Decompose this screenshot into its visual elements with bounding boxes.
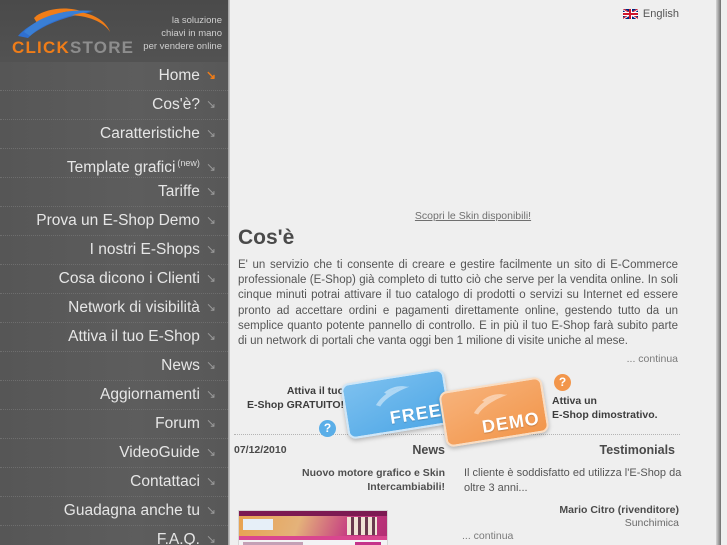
- free-card-button[interactable]: FREE: [340, 368, 452, 440]
- arrow-down-right-icon: ↘: [205, 184, 216, 198]
- arrow-down-right-icon: ↘: [205, 416, 216, 430]
- page-right-edge: [716, 0, 721, 545]
- page-title: Cos'è: [238, 226, 295, 249]
- sidebar-item-aggiornamenti[interactable]: Aggiornamenti ↘: [0, 381, 228, 410]
- sidebar-item-label: Attiva il tuo E-Shop: [68, 328, 200, 345]
- arrow-down-right-icon: ↘: [205, 213, 216, 227]
- tagline-line-2: chiavi in mano: [161, 28, 222, 39]
- sidebar-item-videoguide[interactable]: VideoGuide ↘: [0, 439, 228, 468]
- sidebar-item-label: VideoGuide: [119, 444, 200, 461]
- sidebar-item-label: Cosa dicono i Clienti: [58, 270, 200, 287]
- main-content: English Scopri le Skin disponibili! Cos'…: [230, 0, 721, 545]
- sidebar-item-label: Aggiornamenti: [99, 386, 200, 403]
- sidebar-item-label: News: [161, 357, 200, 374]
- language-switcher[interactable]: English: [622, 8, 679, 20]
- testimonial-company: Sunchimica: [624, 517, 679, 529]
- intro-paragraph: E' un servizio che ti consente di creare…: [238, 259, 678, 348]
- banner-slideshow-area[interactable]: [230, 0, 716, 205]
- sidebar-item-news[interactable]: News ↘: [0, 352, 228, 381]
- tagline-line-3: per vendere online: [143, 41, 222, 52]
- tagline-line-1: la soluzione: [171, 15, 222, 26]
- sidebar-item-label: Cos'è?: [152, 96, 200, 113]
- sidebar-item-label: F.A.Q.: [156, 531, 200, 545]
- sidebar-item-label: Template grafici: [66, 159, 176, 177]
- sidebar-item-forum[interactable]: Forum ↘: [0, 410, 228, 439]
- arrow-down-right-icon: ↘: [205, 271, 216, 285]
- sidebar-item-tariffe[interactable]: Tariffe ↘: [0, 178, 228, 207]
- sidebar-item-f-a-q[interactable]: F.A.Q. ↘: [0, 526, 228, 545]
- sidebar-item-badge: (new): [177, 158, 200, 168]
- news-column: 07/12/2010 News Nuovo motore grafico e S…: [230, 440, 455, 545]
- testimonial-continua-link[interactable]: ... continua: [462, 530, 513, 542]
- skin-link-container: Scopri le Skin disponibili!: [230, 206, 716, 224]
- arrow-down-right-icon: ↘: [205, 503, 216, 517]
- arrow-down-right-icon: ↘: [205, 68, 216, 82]
- sidebar-item-contattaci[interactable]: Contattaci ↘: [0, 468, 228, 497]
- page-root: CLICKSTORE la soluzione chiavi in mano p…: [0, 0, 727, 545]
- sidebar-item-label: Home: [158, 67, 200, 84]
- arrow-down-right-icon: ↘: [205, 387, 216, 401]
- logo-header[interactable]: CLICKSTORE la soluzione chiavi in mano p…: [0, 0, 228, 62]
- arrow-down-right-icon: ↘: [205, 474, 216, 488]
- logo-word-click: CLICK: [12, 38, 70, 57]
- sidebar-item-template-grafici[interactable]: Template grafici (new) ↘: [0, 149, 228, 178]
- promo-free-line-1: Attiva il tuo: [286, 385, 344, 397]
- brand-tagline: la soluzione chiavi in mano per vendere …: [102, 14, 222, 53]
- question-mark-icon-free[interactable]: ?: [319, 420, 336, 437]
- sidebar-item-label: Guadagna anche tu: [63, 502, 200, 519]
- sidebar-item-label: Network di visibilità: [68, 299, 200, 316]
- language-label: English: [642, 8, 679, 20]
- promo-demo-line-1: Attiva un: [552, 395, 597, 407]
- promo-demo-text: Attiva un E-Shop dimostrativo.: [552, 394, 682, 422]
- bottom-columns: 07/12/2010 News Nuovo motore grafico e S…: [230, 440, 716, 545]
- arrow-down-right-icon: ↘: [205, 126, 216, 140]
- arrow-down-right-icon: ↘: [205, 445, 216, 459]
- sidebar-item-cosa-dicono-i-clienti[interactable]: Cosa dicono i Clienti ↘: [0, 265, 228, 294]
- arrow-down-right-icon: ↘: [205, 242, 216, 256]
- sidebar: CLICKSTORE la soluzione chiavi in mano p…: [0, 0, 228, 545]
- sidebar-item-prova-un-e-shop-demo[interactable]: Prova un E-Shop Demo ↘: [0, 207, 228, 236]
- sidebar-item-guadagna-anche-tu[interactable]: Guadagna anche tu ↘: [0, 497, 228, 526]
- sidebar-item-attiva-il-tuo-e-shop[interactable]: Attiva il tuo E-Shop ↘: [0, 323, 228, 352]
- arrow-down-right-icon: ↘: [205, 532, 216, 545]
- sidebar-item-home[interactable]: Home ↘: [0, 62, 228, 91]
- arrow-down-right-icon: ↘: [205, 329, 216, 343]
- sidebar-item-i-nostri-e-shops[interactable]: I nostri E-Shops ↘: [0, 236, 228, 265]
- demo-card-button[interactable]: DEMO: [438, 376, 550, 448]
- arrow-down-right-icon: ↘: [205, 358, 216, 372]
- sidebar-item-label: Tariffe: [158, 183, 200, 200]
- sidebar-item-cos[interactable]: Cos'è? ↘: [0, 91, 228, 120]
- testimonial-author: Mario Citro (rivenditore): [559, 504, 679, 516]
- skin-discover-link[interactable]: Scopri le Skin disponibili!: [415, 210, 531, 222]
- promo-banner: Attiva il tuo E-Shop GRATUITO! FREE DEMO…: [234, 368, 682, 448]
- sidebar-item-label: Prova un E-Shop Demo: [36, 212, 200, 229]
- promo-demo-line-2: E-Shop dimostrativo.: [552, 409, 658, 421]
- uk-flag-icon: [622, 9, 638, 19]
- testimonial-quote: Il cliente è soddisfatto ed utilizza l'E…: [464, 467, 682, 494]
- arrow-down-right-icon: ↘: [205, 97, 216, 111]
- news-title-link[interactable]: Nuovo motore grafico e Skin Intercambiab…: [230, 466, 455, 494]
- promo-free-text: Attiva il tuo E-Shop GRATUITO!: [234, 384, 344, 412]
- sidebar-item-caratteristiche[interactable]: Caratteristiche ↘: [0, 120, 228, 149]
- question-mark-icon-demo[interactable]: ?: [554, 374, 571, 391]
- testimonials-heading: Testimonials: [599, 443, 675, 457]
- sidebar-menu: Home ↘ Cos'è? ↘ Caratteristiche ↘ Template gra…: [0, 62, 228, 545]
- sidebar-item-label: Contattaci: [130, 473, 200, 490]
- sidebar-item-label: Forum: [155, 415, 200, 432]
- sidebar-item-label: Caratteristiche: [100, 125, 200, 142]
- promo-free-line-2: E-Shop GRATUITO!: [246, 399, 344, 411]
- arrow-down-right-icon: ↘: [205, 300, 216, 314]
- sidebar-item-label: I nostri E-Shops: [89, 241, 200, 258]
- news-date: 07/12/2010: [234, 444, 287, 456]
- intro-continua-link[interactable]: ... continua: [238, 353, 678, 365]
- testimonials-column: Testimonials Il cliente è soddisfatto ed…: [460, 440, 685, 530]
- sidebar-item-network-di-visibilit[interactable]: Network di visibilità ↘: [0, 294, 228, 323]
- news-thumbnail[interactable]: [238, 510, 388, 545]
- article-block: Cos'è E' un servizio che ti consente di …: [238, 226, 678, 365]
